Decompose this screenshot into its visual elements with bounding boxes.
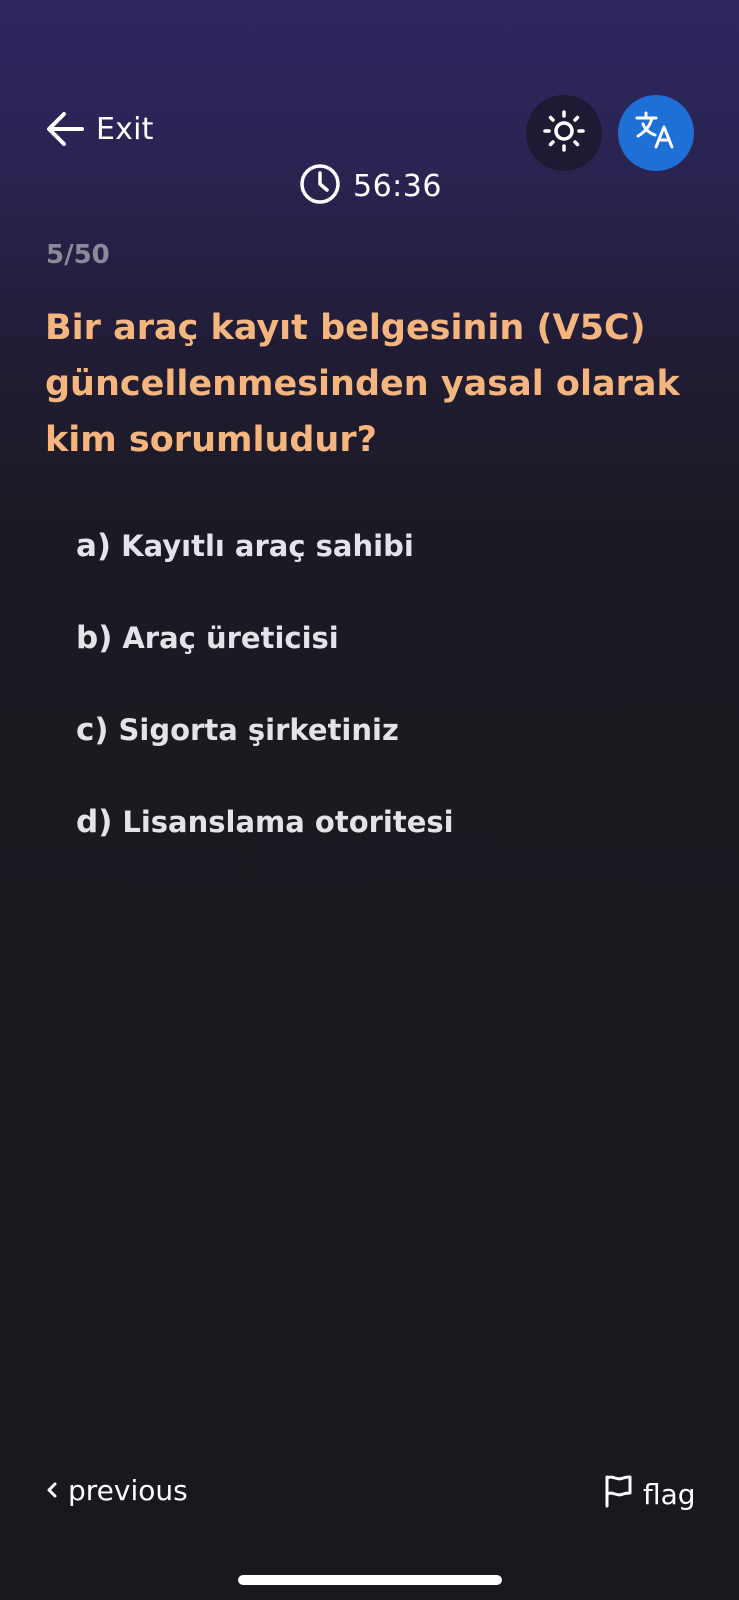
answer-letter: a)	[76, 528, 112, 564]
answer-option-a[interactable]: a) Kayıtlı araç sahibi	[76, 528, 696, 620]
answer-text: Araç üreticisi	[122, 621, 339, 655]
answer-option-b[interactable]: b) Araç üreticisi	[76, 620, 696, 712]
arrow-left-icon	[44, 108, 86, 150]
timer-text: 56:36	[353, 168, 442, 204]
answer-option-c[interactable]: c) Sigorta şirketiniz	[76, 712, 696, 804]
flag-label: flag	[643, 1478, 696, 1511]
exit-button[interactable]: Exit	[44, 108, 154, 150]
answer-text: Sigorta şirketiniz	[118, 713, 399, 747]
answer-option-d[interactable]: d) Lisanslama otoritesi	[76, 804, 696, 896]
question-text: Bir araç kayıt belgesinin (V5C) güncelle…	[45, 308, 680, 460]
answer-letter: d)	[76, 804, 113, 840]
theme-toggle-button[interactable]	[526, 95, 602, 171]
previous-button[interactable]: previous	[46, 1474, 188, 1507]
clock-icon	[299, 163, 341, 209]
timer: 56:36	[299, 163, 442, 209]
previous-label: previous	[68, 1474, 188, 1507]
translate-icon	[634, 109, 678, 157]
home-indicator	[238, 1575, 502, 1585]
flag-button[interactable]: flag	[603, 1474, 696, 1515]
chevron-left-icon	[46, 1474, 58, 1507]
answer-letter: b)	[76, 620, 113, 656]
flag-icon	[603, 1474, 633, 1515]
answer-text: Kayıtlı araç sahibi	[121, 529, 414, 563]
answer-letter: c)	[76, 712, 109, 748]
translate-button[interactable]	[618, 95, 694, 171]
question-progress: 5/50	[46, 240, 110, 270]
answer-list: a) Kayıtlı araç sahibi b) Araç üreticisi…	[76, 528, 696, 896]
sun-icon	[543, 110, 585, 156]
answer-text: Lisanslama otoritesi	[122, 805, 454, 839]
exit-label: Exit	[96, 111, 154, 147]
